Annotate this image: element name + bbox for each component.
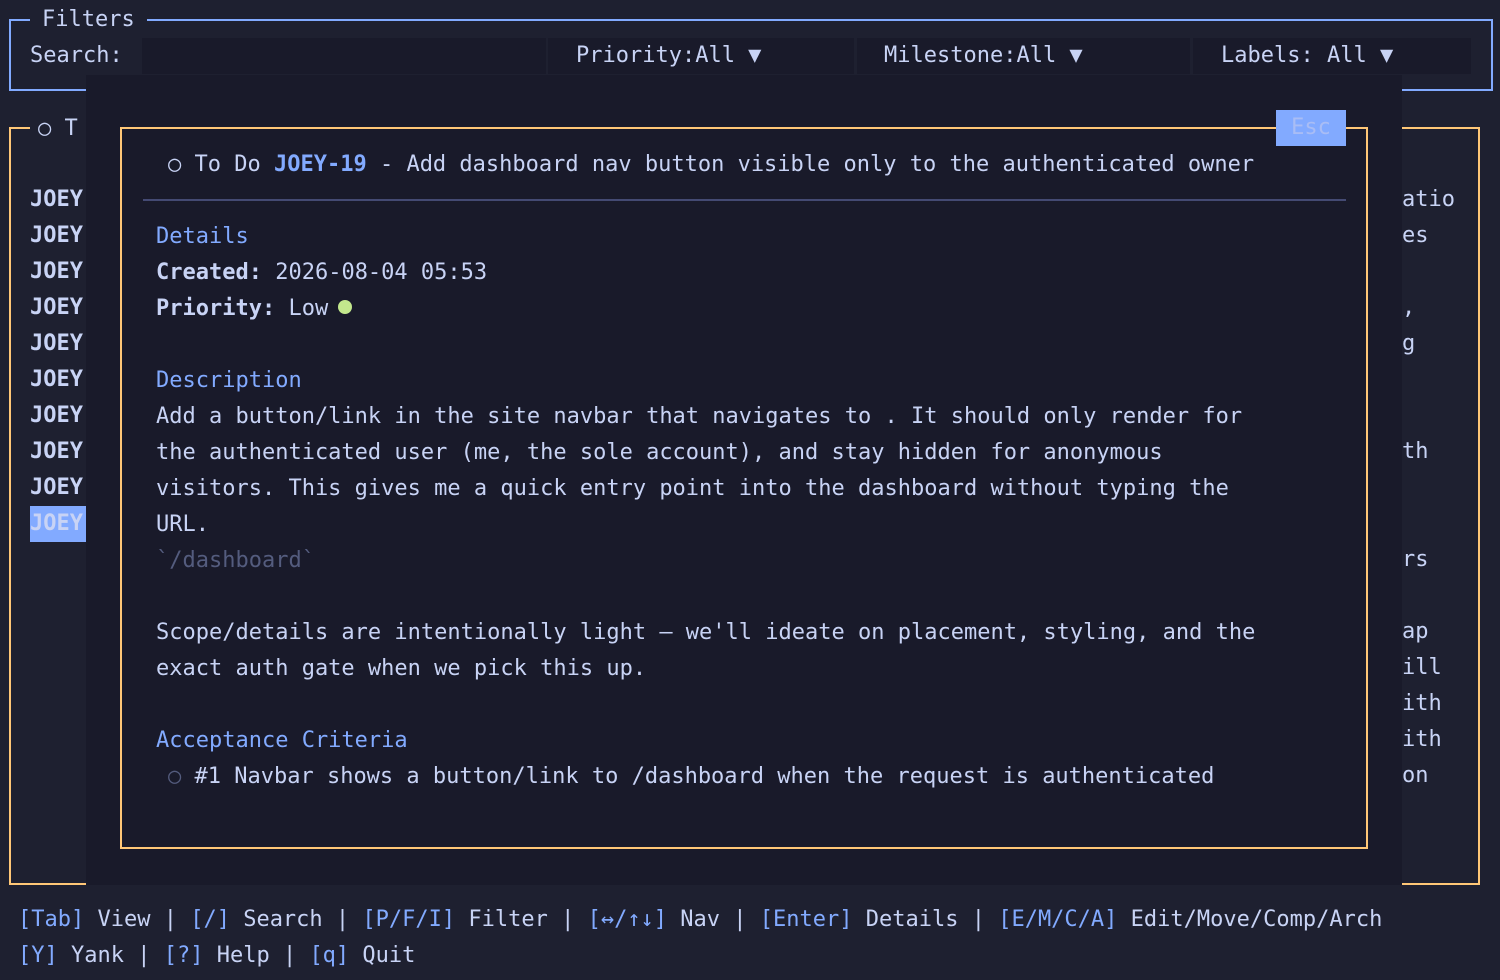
- priority-row: Priority: Low: [156, 291, 353, 327]
- overflow-fragment: [1402, 362, 1455, 398]
- created-value: 2026-08-04 05:53: [275, 260, 488, 285]
- description-line: Add a button/link in the site navbar tha…: [156, 404, 1243, 429]
- keybinding-label: View |: [84, 907, 191, 932]
- criteria-item[interactable]: ○ #1 Navbar shows a button/link to /dash…: [168, 759, 1214, 795]
- keybinding-footer: [Tab] View | [/] Search | [P/F/I] Filter…: [18, 902, 1382, 974]
- issue-list-item[interactable]: JOEY: [30, 218, 90, 254]
- modal-header: ○ To Do JOEY-19 - Add dashboard nav butt…: [168, 147, 1254, 183]
- overflow-fragment: [1402, 578, 1455, 614]
- filters-title: Filters: [30, 4, 147, 36]
- search-input[interactable]: [142, 38, 546, 74]
- keybinding-label: Yank |: [57, 943, 164, 968]
- criteria-checkbox-icon: ○: [168, 764, 182, 789]
- esc-close-button[interactable]: Esc: [1276, 110, 1346, 146]
- issue-list-item[interactable]: JOEY: [30, 362, 90, 398]
- issue-list-overflow-text: atio es, g th rs ap ill ith ith on: [1402, 182, 1455, 794]
- overflow-fragment: ith: [1402, 691, 1442, 716]
- description-line: URL.: [156, 512, 209, 537]
- keybinding-label: Quit: [349, 943, 416, 968]
- keybinding-key: [E/M/C/A]: [998, 907, 1118, 932]
- issue-key: JOEY-19: [273, 152, 367, 177]
- overflow-fragment: ap: [1402, 619, 1429, 644]
- keybinding-label: Details |: [852, 907, 999, 932]
- overflow-fragment: [1402, 506, 1455, 542]
- issue-list-item[interactable]: JOEY: [30, 470, 90, 506]
- priority-label: Priority:: [156, 296, 276, 321]
- priority-filter[interactable]: Priority:All ▼: [548, 38, 854, 74]
- keybinding-key: [Tab]: [18, 907, 85, 932]
- status-icon: ○: [168, 152, 182, 177]
- header-divider: [143, 199, 1346, 201]
- description-line: the authenticated user (me, the sole acc…: [156, 440, 1163, 465]
- acceptance-heading: Acceptance Criteria: [156, 728, 408, 753]
- description-line: visitors. This gives me a quick entry po…: [156, 476, 1229, 501]
- footer-line: [Y] Yank | [?] Help | [q] Quit: [18, 938, 1382, 974]
- keybinding-label: Edit/Move/Comp/Arch: [1117, 907, 1383, 932]
- labels-filter[interactable]: Labels: All ▼: [1193, 38, 1471, 74]
- milestone-filter-label: Milestone:All ▼: [884, 43, 1083, 68]
- priority-filter-label: Priority:All ▼: [576, 43, 762, 68]
- criteria-text: #1 Navbar shows a button/link to /dashbo…: [194, 764, 1215, 789]
- issue-list-title: ○ T: [30, 111, 86, 147]
- footer-line: [Tab] View | [/] Search | [P/F/I] Filter…: [18, 902, 1382, 938]
- keybinding-label: Help |: [203, 943, 310, 968]
- keybinding-key: [P/F/I]: [362, 907, 456, 932]
- keybinding-key: [↔/↑↓]: [587, 907, 668, 932]
- issue-list-item[interactable]: JOEY: [30, 254, 90, 290]
- overflow-fragment: on: [1402, 763, 1429, 788]
- keybinding-key: [Y]: [18, 943, 58, 968]
- issue-title: - Add dashboard nav button visible only …: [379, 152, 1255, 177]
- keybinding-label: Nav |: [667, 907, 760, 932]
- keybinding-key: [Enter]: [759, 907, 853, 932]
- issue-list-item[interactable]: JOEY: [30, 326, 90, 362]
- status-text: To Do: [194, 152, 261, 177]
- issue-list: JOEY JOEY JOEY JOEY JOEY JOEY JOEY JOEY JOEY JOEY: [30, 182, 90, 542]
- milestone-filter[interactable]: Milestone:All ▼: [857, 38, 1190, 74]
- issue-list-item[interactable]: JOEY: [30, 182, 90, 218]
- keybinding-label: Search |: [229, 907, 363, 932]
- overflow-fragment: ,: [1402, 295, 1416, 320]
- overflow-fragment: th: [1402, 439, 1429, 464]
- issue-list-item[interactable]: JOEY: [30, 506, 86, 542]
- issue-list-item[interactable]: JOEY: [30, 290, 90, 326]
- overflow-fragment: ith: [1402, 727, 1442, 752]
- details-heading: Details: [156, 224, 249, 249]
- code-snippet: `/dashboard`: [156, 548, 315, 573]
- labels-filter-label: Labels: All ▼: [1221, 43, 1394, 68]
- scope-line: Scope/details are intentionally light — …: [156, 620, 1256, 645]
- created-row: Created: 2026-08-04 05:53: [156, 255, 487, 291]
- overflow-fragment: ill: [1402, 655, 1442, 680]
- overflow-fragment: [1402, 398, 1455, 434]
- keybinding-key: [?]: [163, 943, 204, 968]
- overflow-fragment: rs: [1402, 547, 1429, 572]
- overflow-fragment: atio: [1402, 187, 1455, 212]
- search-label: Search:: [30, 43, 123, 68]
- overflow-fragment: g: [1402, 331, 1416, 356]
- overflow-fragment: [1402, 470, 1455, 506]
- created-label: Created:: [156, 260, 262, 285]
- priority-dot-icon: [338, 300, 353, 314]
- keybinding-key: [q]: [309, 943, 350, 968]
- issue-list-item[interactable]: JOEY: [30, 434, 90, 470]
- keybinding-key: [/]: [190, 907, 230, 932]
- priority-value: Low: [288, 296, 329, 321]
- issue-list-item[interactable]: JOEY: [30, 398, 90, 434]
- scope-line: exact auth gate when we pick this up.: [156, 656, 647, 681]
- keybinding-label: Filter |: [455, 907, 588, 932]
- description-heading: Description: [156, 368, 302, 393]
- overflow-fragment: [1402, 254, 1455, 290]
- overflow-fragment: es: [1402, 223, 1429, 248]
